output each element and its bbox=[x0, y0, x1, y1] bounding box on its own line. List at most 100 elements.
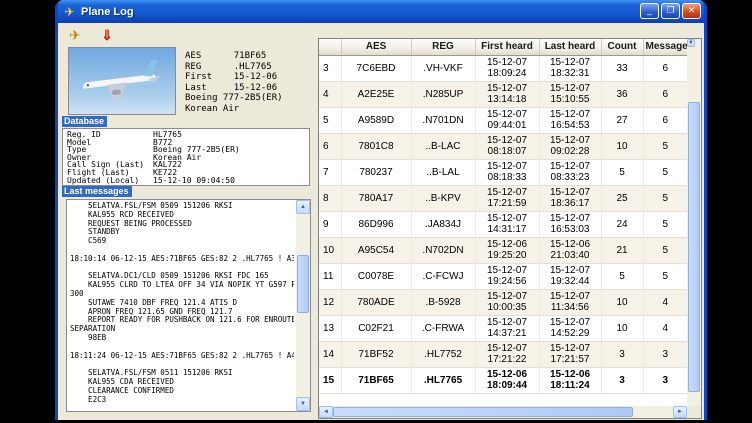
maximize-button[interactable]: ❐ bbox=[661, 3, 680, 19]
cell-aes: 780ADE bbox=[341, 289, 411, 315]
cell-last-heard: 15-12-0711:34:56 bbox=[539, 289, 601, 315]
col-header-message-count[interactable]: Message count bbox=[643, 39, 687, 55]
aircraft-table: AES REG First heard Last heard Count Mes… bbox=[318, 38, 702, 419]
cell-message-count: 5 bbox=[643, 263, 687, 289]
cell-count: 21 bbox=[601, 237, 643, 263]
table-horizontal-scrollbar[interactable]: ◄ ► bbox=[319, 406, 687, 418]
cell-message-count: 4 bbox=[643, 289, 687, 315]
cell-reg: .C-FCWJ bbox=[411, 263, 475, 289]
cell-message-count: 3 bbox=[643, 341, 687, 367]
cell-count: 5 bbox=[601, 159, 643, 185]
table-vscroll-thumb[interactable] bbox=[688, 102, 700, 392]
app-icon: ✈ bbox=[62, 4, 77, 19]
col-header-count[interactable]: Count bbox=[601, 39, 643, 55]
cell-rownum: 11 bbox=[319, 263, 341, 289]
cell-reg: ..B-KPV bbox=[411, 185, 475, 211]
cell-last-heard: 15-12-0714:52:29 bbox=[539, 315, 601, 341]
table-row[interactable]: 9 86D996 .JA834J 15-12-0714:31:17 15-12-… bbox=[319, 211, 687, 237]
table-row[interactable]: 13 C02F21 .C-FRWA 15-12-0714:37:21 15-12… bbox=[319, 315, 687, 341]
cell-message-count: 5 bbox=[643, 185, 687, 211]
cell-message-count: 3 bbox=[643, 367, 687, 393]
cell-reg: ..B-LAL bbox=[411, 159, 475, 185]
cell-first-heard: 15-12-0710:00:35 bbox=[475, 289, 539, 315]
scroll-right-icon[interactable]: ► bbox=[673, 406, 687, 418]
cell-reg: .B-5928 bbox=[411, 289, 475, 315]
cell-count: 3 bbox=[601, 367, 643, 393]
cell-aes: A2E25E bbox=[341, 81, 411, 107]
table-vertical-scrollbar[interactable]: ▲ ▼ bbox=[687, 39, 701, 406]
cell-first-heard: 15-12-0618:09:44 bbox=[475, 367, 539, 393]
cell-count: 33 bbox=[601, 55, 643, 81]
table-row[interactable]: 4 A2E25E .N285UP 15-12-0713:14:18 15-12-… bbox=[319, 81, 687, 107]
col-header-rownum[interactable] bbox=[319, 39, 341, 55]
cell-aes: 780237 bbox=[341, 159, 411, 185]
table-row[interactable]: 12 780ADE .B-5928 15-12-0710:00:35 15-12… bbox=[319, 289, 687, 315]
cell-reg: .N702DN bbox=[411, 237, 475, 263]
messages-scrollbar-thumb[interactable] bbox=[297, 255, 309, 313]
cell-rownum: 5 bbox=[319, 107, 341, 133]
table-row[interactable]: 14 71BF52 .HL7752 15-12-0717:21:22 15-12… bbox=[319, 341, 687, 367]
cell-last-heard: 15-12-0716:53:03 bbox=[539, 211, 601, 237]
cell-message-count: 5 bbox=[643, 211, 687, 237]
cell-count: 5 bbox=[601, 263, 643, 289]
scroll-down-icon[interactable]: ▼ bbox=[687, 39, 695, 47]
cell-first-heard: 15-12-0708:18:33 bbox=[475, 159, 539, 185]
cell-count: 10 bbox=[601, 133, 643, 159]
cell-rownum: 15 bbox=[319, 367, 341, 393]
table-header-row: AES REG First heard Last heard Count Mes… bbox=[319, 39, 687, 55]
cell-first-heard: 15-12-0717:21:22 bbox=[475, 341, 539, 367]
messages-scrollbar[interactable]: ▲ ▼ bbox=[296, 200, 310, 411]
database-section-label: Database bbox=[62, 116, 107, 127]
cell-message-count: 6 bbox=[643, 81, 687, 107]
cell-first-heard: 15-12-0714:31:17 bbox=[475, 211, 539, 237]
cell-reg: .C-FRWA bbox=[411, 315, 475, 341]
cell-reg: .HL7752 bbox=[411, 341, 475, 367]
cell-aes: 7801C8 bbox=[341, 133, 411, 159]
cell-reg: .VH-VKF bbox=[411, 55, 475, 81]
scrollbar-corner bbox=[687, 406, 701, 418]
col-header-aes[interactable]: AES bbox=[341, 39, 411, 55]
table-row[interactable]: 3 7C6EBD .VH-VKF 15-12-0718:09:24 15-12-… bbox=[319, 55, 687, 81]
cell-rownum: 13 bbox=[319, 315, 341, 341]
scroll-up-icon[interactable]: ▲ bbox=[296, 200, 310, 214]
cell-last-heard: 15-12-0618:11:24 bbox=[539, 367, 601, 393]
cell-rownum: 14 bbox=[319, 341, 341, 367]
cell-reg: .N701DN bbox=[411, 107, 475, 133]
table-row[interactable]: 11 C0078E .C-FCWJ 15-12-0719:24:56 15-12… bbox=[319, 263, 687, 289]
col-header-last-heard[interactable]: Last heard bbox=[539, 39, 601, 55]
table-row[interactable]: 10 A95C54 .N702DN 15-12-0619:25:20 15-12… bbox=[319, 237, 687, 263]
cell-rownum: 7 bbox=[319, 159, 341, 185]
minimize-button[interactable]: _ bbox=[640, 3, 659, 19]
close-button[interactable]: ✕ bbox=[682, 3, 701, 19]
cell-message-count: 5 bbox=[643, 133, 687, 159]
airplane-illustration bbox=[69, 48, 175, 114]
cell-count: 25 bbox=[601, 185, 643, 211]
cell-count: 10 bbox=[601, 315, 643, 341]
fetch-data-icon-button[interactable]: ⇓ bbox=[94, 25, 120, 45]
cell-first-heard: 15-12-0714:37:21 bbox=[475, 315, 539, 341]
cell-aes: A9589D bbox=[341, 107, 411, 133]
aircraft-icon-button[interactable]: ✈ bbox=[62, 25, 88, 45]
table-row[interactable]: 7 780237 ..B-LAL 15-12-0708:18:33 15-12-… bbox=[319, 159, 687, 185]
cell-rownum: 3 bbox=[319, 55, 341, 81]
table-hscroll-thumb[interactable] bbox=[333, 407, 633, 417]
cell-aes: 7C6EBD bbox=[341, 55, 411, 81]
scroll-left-icon[interactable]: ◄ bbox=[319, 406, 333, 418]
plane-log-window: ✈ Plane Log _ ❐ ✕ ✈ ⇓ bbox=[55, 0, 707, 420]
titlebar[interactable]: ✈ Plane Log _ ❐ ✕ bbox=[58, 0, 704, 23]
cell-reg: .JA834J bbox=[411, 211, 475, 237]
table-row[interactable]: 8 780A17 ..B-KPV 15-12-0717:21:59 15-12-… bbox=[319, 185, 687, 211]
scroll-down-icon[interactable]: ▼ bbox=[296, 397, 310, 411]
col-header-reg[interactable]: REG bbox=[411, 39, 475, 55]
table-row[interactable]: 5 A9589D .N701DN 15-12-0709:44:01 15-12-… bbox=[319, 107, 687, 133]
cell-first-heard: 15-12-0718:09:24 bbox=[475, 55, 539, 81]
table-row[interactable]: 15 71BF65 .HL7765 15-12-0618:09:44 15-12… bbox=[319, 367, 687, 393]
cell-count: 27 bbox=[601, 107, 643, 133]
last-messages-box: SELATVA.FSL/FSM 0509 151206 RKSI KAL955 … bbox=[66, 199, 311, 412]
col-header-first-heard[interactable]: First heard bbox=[475, 39, 539, 55]
table-body: 3 7C6EBD .VH-VKF 15-12-0718:09:24 15-12-… bbox=[319, 55, 687, 393]
table-row[interactable]: 6 7801C8 ..B-LAC 15-12-0708:18:07 15-12-… bbox=[319, 133, 687, 159]
cell-count: 36 bbox=[601, 81, 643, 107]
database-box: Reg. ID HL7765 Model B772 Type Boeing 77… bbox=[62, 128, 310, 186]
cell-count: 10 bbox=[601, 289, 643, 315]
